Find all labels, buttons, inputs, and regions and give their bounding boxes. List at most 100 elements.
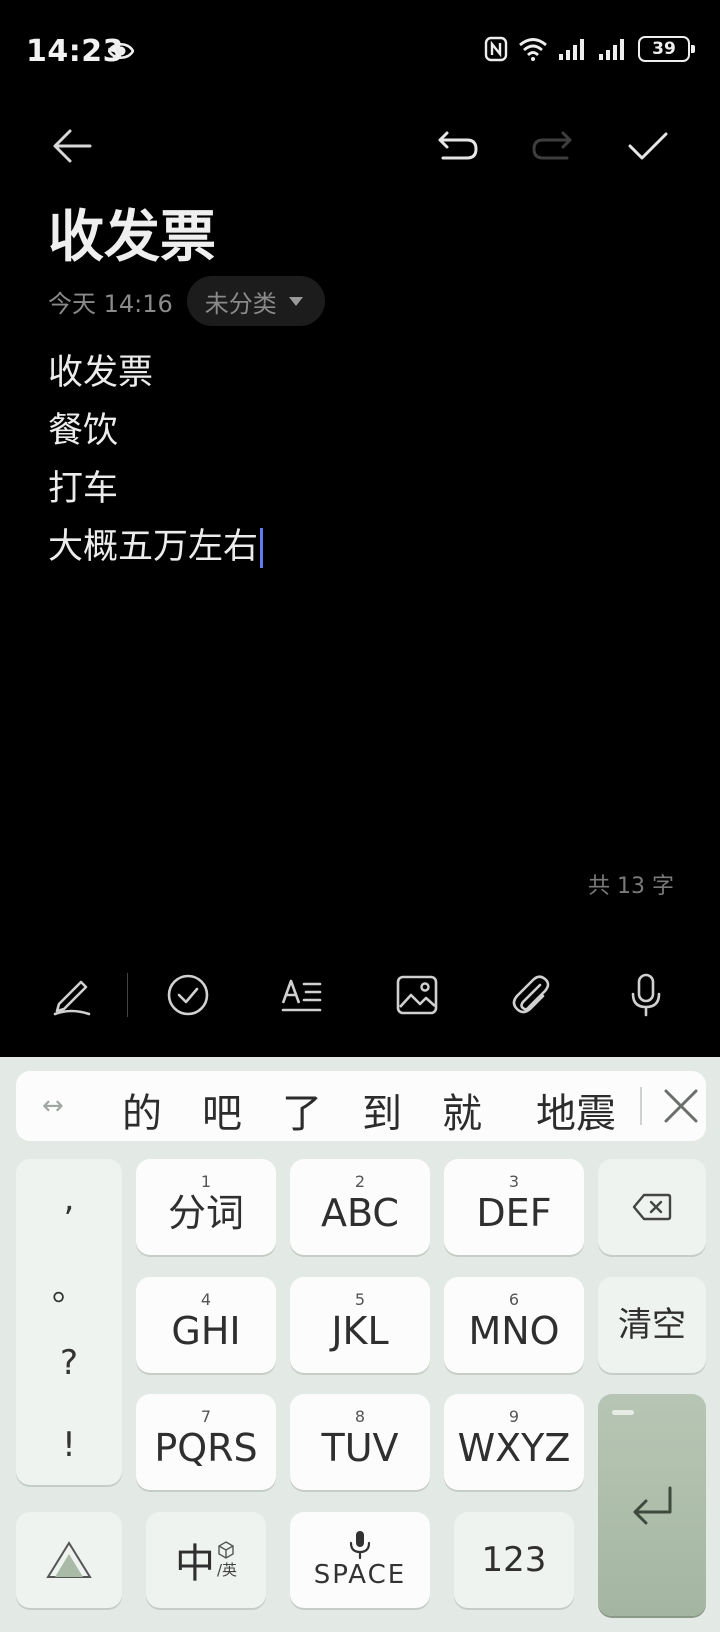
- key-number: 5: [354, 1290, 366, 1309]
- wifi-icon: [519, 38, 547, 61]
- key-1[interactable]: 1 分词: [136, 1159, 276, 1255]
- battery-icon: 39: [638, 36, 695, 62]
- candidate-item[interactable]: 了: [282, 1081, 322, 1139]
- category-dropdown[interactable]: 未分类: [186, 276, 325, 326]
- key-6[interactable]: 6 MNO: [444, 1277, 584, 1373]
- candidate-item[interactable]: 就: [442, 1081, 482, 1139]
- cube-icon: [218, 1540, 234, 1559]
- pen-icon: [53, 980, 91, 1016]
- punct-key[interactable]: !: [16, 1425, 122, 1465]
- insert-image-button[interactable]: [382, 955, 452, 1035]
- key-label: DEF: [476, 1191, 552, 1235]
- category-label: 未分类: [204, 289, 277, 318]
- key-2[interactable]: 2 ABC: [290, 1159, 430, 1255]
- key-number: 3: [508, 1172, 520, 1191]
- tool-divider: [127, 973, 128, 1017]
- enter-key[interactable]: [598, 1394, 706, 1616]
- voice-input-button[interactable]: [611, 955, 681, 1035]
- key-4[interactable]: 4 GHI: [136, 1277, 276, 1373]
- note-title[interactable]: 收发票: [48, 192, 216, 273]
- note-line: 打车: [48, 469, 119, 509]
- back-button[interactable]: [36, 110, 108, 182]
- text-format-button[interactable]: [267, 955, 337, 1035]
- backspace-key[interactable]: [598, 1159, 706, 1255]
- lang-sub-label: /英: [216, 1560, 238, 1579]
- text-format-icon: [281, 979, 322, 1012]
- handwriting-button[interactable]: [37, 955, 107, 1035]
- candidate-item[interactable]: 地震: [536, 1081, 616, 1139]
- redo-button[interactable]: [516, 110, 588, 182]
- key-3[interactable]: 3 DEF: [444, 1159, 584, 1255]
- microphone-icon: [631, 973, 661, 1017]
- space-key[interactable]: SPACE: [290, 1512, 430, 1608]
- note-line: 收发票: [48, 353, 154, 393]
- punct-key[interactable]: ,: [16, 1179, 122, 1219]
- key-label: MNO: [468, 1309, 560, 1353]
- key-8[interactable]: 8 TUV: [290, 1394, 430, 1490]
- signal-1-icon: [559, 39, 584, 60]
- undo-button[interactable]: [422, 110, 494, 182]
- key-number: 9: [508, 1407, 520, 1426]
- edit-tools-bar: [0, 955, 720, 1035]
- number-switch-key[interactable]: 123: [454, 1512, 574, 1608]
- enter-arrow-icon: [633, 1486, 672, 1525]
- punct-key[interactable]: 。: [16, 1261, 122, 1310]
- battery-level: 39: [652, 39, 676, 59]
- candidate-divider: [640, 1087, 642, 1125]
- text-cursor: [260, 528, 264, 568]
- punctuation-column: , 。 ? !: [16, 1159, 122, 1485]
- key-label: JKL: [331, 1309, 389, 1353]
- candidate-bar: ↔ 的 吧 了 到 就 地震: [16, 1071, 706, 1141]
- note-date: 今天 14:16: [48, 289, 173, 318]
- clear-key[interactable]: 清空: [598, 1277, 706, 1373]
- key-number: 1: [200, 1172, 212, 1191]
- note-line-current: 大概五万左右: [48, 518, 264, 576]
- attachment-button[interactable]: [496, 955, 566, 1035]
- number-key-label: 123: [481, 1540, 547, 1580]
- note-line-text: 大概五万左右: [48, 527, 259, 567]
- key-label: ABC: [321, 1191, 399, 1235]
- microphone-small-icon: [349, 1531, 371, 1560]
- clear-key-label: 清空: [618, 1305, 686, 1345]
- key-label: PQRS: [154, 1426, 258, 1470]
- key-9[interactable]: 9 WXYZ: [444, 1394, 584, 1490]
- key-label: 分词: [167, 1191, 244, 1235]
- paperclip-icon: [512, 975, 550, 1014]
- key-label: GHI: [171, 1309, 241, 1353]
- redo-icon: [532, 131, 572, 160]
- enter-key-indicator: [612, 1410, 634, 1415]
- toolbar-key[interactable]: [16, 1512, 122, 1608]
- checklist-button[interactable]: [153, 955, 223, 1035]
- note-body[interactable]: 收发票 餐饮 打车 大概五万左右: [48, 344, 264, 576]
- nfc-icon: [484, 36, 508, 62]
- key-number: 4: [200, 1290, 212, 1309]
- key-7[interactable]: 7 PQRS: [136, 1394, 276, 1490]
- arrow-left-icon: [53, 129, 92, 163]
- eye-comfort-icon: [108, 42, 134, 60]
- status-bar: 14:23 39: [0, 0, 720, 108]
- note-meta: 今天 14:16 未分类: [48, 276, 325, 326]
- candidate-item[interactable]: 到: [362, 1081, 402, 1139]
- key-number: 6: [508, 1290, 520, 1309]
- language-switch-key[interactable]: 中 /英: [146, 1512, 266, 1608]
- undo-icon: [438, 131, 478, 160]
- save-button[interactable]: [612, 110, 684, 182]
- keyboard: ↔ 的 吧 了 到 就 地震 , 。 ? ! 1 分词 2 ABC 3 DEF …: [0, 1057, 720, 1632]
- backspace-icon: [632, 1193, 672, 1221]
- punct-key[interactable]: ?: [16, 1343, 122, 1383]
- close-icon[interactable]: [660, 1085, 702, 1127]
- lang-main-label: 中: [174, 1541, 215, 1587]
- chevron-down-icon: [288, 296, 303, 306]
- key-5[interactable]: 5 JKL: [290, 1277, 430, 1373]
- triangle-logo-icon: [46, 1541, 92, 1578]
- key-number: 7: [200, 1407, 212, 1426]
- swap-icon[interactable]: ↔: [42, 1091, 64, 1121]
- candidate-item[interactable]: 的: [122, 1081, 162, 1139]
- key-number: 8: [354, 1407, 366, 1426]
- key-label: WXYZ: [457, 1426, 571, 1470]
- note-line: 餐饮: [48, 411, 119, 451]
- space-label: SPACE: [313, 1560, 407, 1590]
- candidate-item[interactable]: 吧: [202, 1081, 242, 1139]
- image-icon: [396, 975, 438, 1015]
- note-toolbar: [0, 110, 720, 182]
